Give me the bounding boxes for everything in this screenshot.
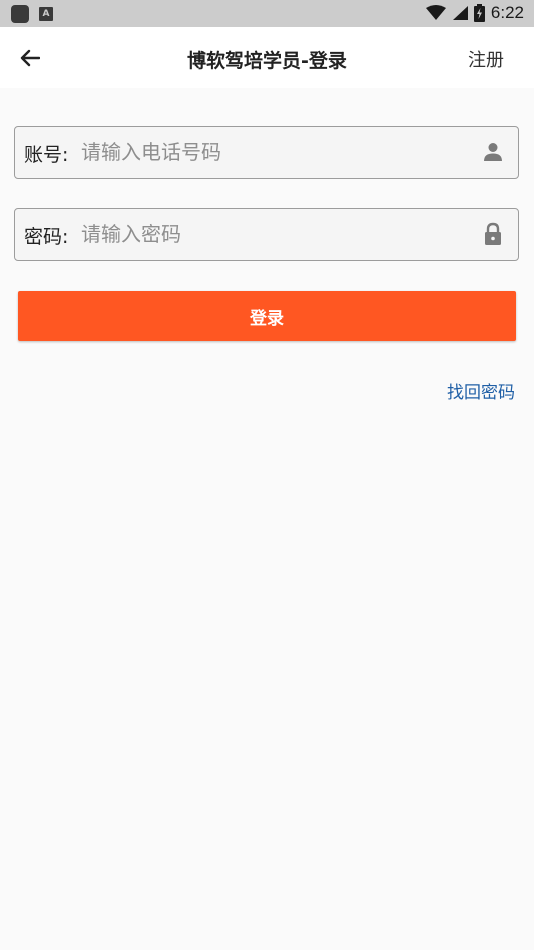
register-link[interactable]: 注册 [468,46,504,72]
account-field: 账号: [14,126,519,179]
battery-icon [473,4,485,22]
page-title: 博软驾培学员-登录 [187,50,347,72]
forgot-password-link[interactable]: 找回密码 [447,378,515,403]
person-icon [484,143,502,161]
app-header: 博软驾培学员-登录 注册 [0,27,534,88]
signal-icon [452,6,468,20]
lock-icon [485,222,501,245]
wifi-icon [425,5,446,20]
app-square-icon [11,5,29,23]
status-left: A [11,5,53,23]
status-bar: A 6:22 [0,0,534,27]
password-label: 密码: [24,226,69,248]
account-label: 账号: [24,144,69,166]
status-time: 6:22 [490,3,524,22]
login-button[interactable]: 登录 [18,291,516,341]
account-input[interactable] [81,135,461,169]
a-badge-icon: A [39,7,53,21]
status-right: 6:22 [425,3,524,23]
password-field: 密码: [14,208,519,261]
password-input[interactable] [81,217,461,251]
